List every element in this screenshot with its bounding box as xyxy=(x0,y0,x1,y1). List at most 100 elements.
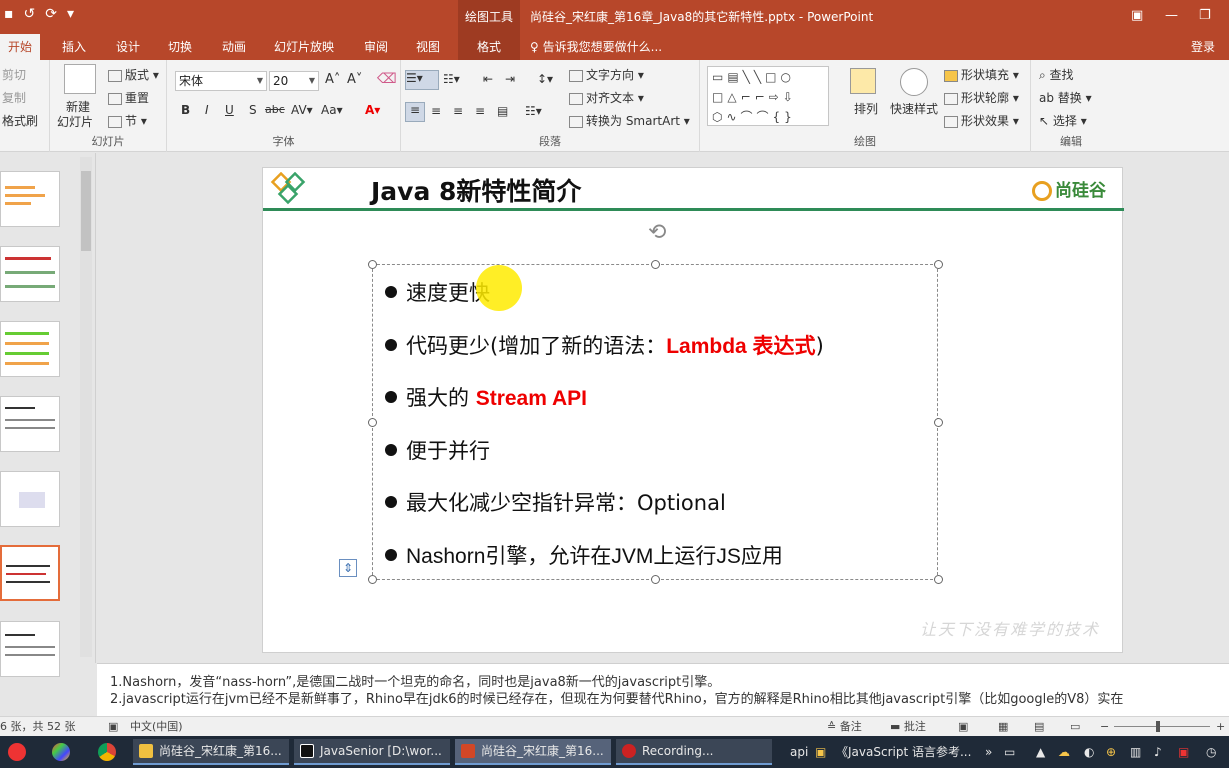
maximize-icon[interactable]: ❐ xyxy=(1199,8,1211,23)
align-center-button[interactable]: ≡ xyxy=(431,104,441,118)
more-icon[interactable]: » xyxy=(985,736,992,768)
resize-handle[interactable] xyxy=(934,575,943,584)
tab-insert[interactable]: 插入 xyxy=(54,34,94,60)
slideshow-view-icon[interactable]: ▭ xyxy=(1070,717,1080,736)
smartart-button[interactable]: 转换为 SmartArt ▾ xyxy=(569,112,690,129)
notes-pane[interactable]: 1.Nashorn，发音“nass-horn”,是德国二战时一个坦克的命名，同时… xyxy=(97,663,1229,716)
chrome-icon[interactable] xyxy=(98,743,116,761)
columns-button[interactable]: ☷▾ xyxy=(525,104,542,118)
zoom-out-icon[interactable]: − xyxy=(1100,717,1109,736)
add-icon[interactable]: ⊕ xyxy=(1106,736,1116,768)
taskbar-app-intellij[interactable]: JavaSenior [D:\wor... xyxy=(294,739,450,765)
tab-format[interactable]: 格式 xyxy=(458,34,520,60)
tab-transitions[interactable]: 切换 xyxy=(160,34,200,60)
clear-format-icon[interactable]: ⌫ xyxy=(377,71,397,87)
bullets-button[interactable]: ☰▾ xyxy=(405,70,439,90)
quick-styles-button[interactable]: 快速样式 xyxy=(890,100,938,117)
copy-button[interactable]: 复制 xyxy=(2,89,26,106)
change-case-button[interactable]: Aa▾ xyxy=(321,103,343,117)
align-right-button[interactable]: ≡ xyxy=(453,104,463,118)
new-slide-icon[interactable] xyxy=(64,64,96,94)
pinned-app-icon[interactable] xyxy=(52,743,70,761)
normal-view-icon[interactable]: ▣ xyxy=(958,717,968,736)
doc-icon[interactable]: ▣ xyxy=(815,736,826,768)
shape-fill-button[interactable]: 形状填充 ▾ xyxy=(944,66,1019,83)
text-direction-button[interactable]: 文字方向 ▾ xyxy=(569,66,644,83)
shape-effects-button[interactable]: 形状效果 ▾ xyxy=(944,112,1019,129)
shadow-button[interactable]: S xyxy=(249,103,257,117)
taskbar-app-recorder[interactable]: Recording... xyxy=(616,739,772,765)
slide-thumbnail-current[interactable] xyxy=(0,545,60,601)
resize-handle[interactable] xyxy=(368,575,377,584)
resize-handle[interactable] xyxy=(934,418,943,427)
network-icon[interactable]: ▥ xyxy=(1130,736,1141,768)
bullet-textbox[interactable]: 速度更快 代码更少(增加了新的语法：Lambda 表达式) 强大的 Stream… xyxy=(368,260,943,584)
spellcheck-icon[interactable]: ▣ xyxy=(108,717,118,736)
customize-qat-icon[interactable]: ▾ xyxy=(67,6,74,22)
line-spacing-button[interactable]: ↕▾ xyxy=(537,72,553,86)
save-icon[interactable]: ▪ xyxy=(4,6,14,22)
reading-view-icon[interactable]: ▤ xyxy=(1034,717,1044,736)
rotate-handle-icon[interactable]: ⟲ xyxy=(648,220,666,245)
slide[interactable]: Java 8新特性简介 尚硅谷 ⟲ 速度更快 代码更少(增加了新的语法：Lamb… xyxy=(262,167,1124,653)
shape-outline-button[interactable]: 形状轮廓 ▾ xyxy=(944,89,1019,106)
bold-button[interactable]: B xyxy=(181,103,190,117)
language-indicator[interactable]: 中文(中国) xyxy=(130,717,183,736)
slide-thumbnail[interactable] xyxy=(0,171,60,227)
tab-design[interactable]: 设计 xyxy=(108,34,148,60)
align-text-button[interactable]: 对齐文本 ▾ xyxy=(569,89,644,106)
login-button[interactable]: 登录 xyxy=(1191,34,1215,60)
comments-toggle[interactable]: ▬ 批注 xyxy=(890,717,926,736)
format-painter-button[interactable]: 格式刷 xyxy=(2,112,38,129)
thumbnails-scrollbar[interactable] xyxy=(80,157,92,657)
volume-icon[interactable]: ♪ xyxy=(1154,736,1162,768)
align-left-button[interactable]: ≡ xyxy=(405,102,425,122)
cut-button[interactable]: 剪切 xyxy=(2,66,26,83)
browser-tab-label[interactable]: 《JavaScript 语言参考... xyxy=(836,736,980,768)
tray-expand-icon[interactable]: ▲ xyxy=(1036,736,1045,768)
font-color-button[interactable]: A▾ xyxy=(365,103,380,117)
undo-icon[interactable]: ↺ xyxy=(24,6,36,22)
slide-thumbnail[interactable] xyxy=(0,321,60,377)
replace-button[interactable]: ab 替换 ▾ xyxy=(1039,89,1092,106)
underline-button[interactable]: U xyxy=(225,103,234,117)
resize-handle[interactable] xyxy=(651,575,660,584)
quick-styles-icon[interactable] xyxy=(900,68,928,96)
notification-icon[interactable]: ▣ xyxy=(1178,736,1189,768)
keyboard-icon[interactable]: ▭ xyxy=(1004,736,1015,768)
char-spacing-button[interactable]: AV▾ xyxy=(291,103,313,117)
minimize-icon[interactable]: — xyxy=(1165,8,1178,23)
italic-button[interactable]: I xyxy=(205,103,209,117)
strikethrough-button[interactable]: abc xyxy=(265,103,285,116)
layout-button[interactable]: 版式 ▾ xyxy=(108,66,159,83)
tab-home[interactable]: 开始 xyxy=(0,34,41,60)
font-name-combo[interactable]: 宋体 ▼ xyxy=(175,71,267,91)
zoom-in-icon[interactable]: + xyxy=(1216,717,1225,736)
resize-handle[interactable] xyxy=(368,260,377,269)
resize-handle[interactable] xyxy=(934,260,943,269)
tab-slideshow[interactable]: 幻灯片放映 xyxy=(266,34,342,60)
tab-view[interactable]: 视图 xyxy=(408,34,448,60)
decrease-indent-button[interactable]: ⇤ xyxy=(483,72,493,86)
select-button[interactable]: ↖ 选择 ▾ xyxy=(1039,112,1087,129)
taskbar-app-folder[interactable]: 尚硅谷_宋红康_第16... xyxy=(133,739,289,765)
tray-text[interactable]: api xyxy=(790,736,808,768)
shrink-font-button[interactable]: A˅ xyxy=(347,72,362,87)
ribbon-display-icon[interactable]: ▣ xyxy=(1131,8,1143,23)
font-size-combo[interactable]: 20 ▼ xyxy=(269,71,319,91)
start-app-icon[interactable] xyxy=(8,743,26,761)
numbering-button[interactable]: ☷▾ xyxy=(443,72,460,86)
new-slide-label-2[interactable]: 幻灯片 xyxy=(57,113,93,130)
notes-toggle[interactable]: ≙ 备注 xyxy=(827,717,862,736)
tell-me-box[interactable]: ♀ 告诉我您想要做什么... xyxy=(530,34,662,60)
slide-thumbnail[interactable] xyxy=(0,621,60,677)
cloud-icon[interactable]: ☁ xyxy=(1058,736,1070,768)
section-button[interactable]: 节 ▾ xyxy=(108,112,147,129)
zoom-slider[interactable] xyxy=(1114,726,1210,727)
clock-icon[interactable]: ◷ xyxy=(1206,736,1216,768)
scrollbar-thumb[interactable] xyxy=(81,171,91,251)
arrange-icon[interactable] xyxy=(850,68,876,94)
resize-handle[interactable] xyxy=(651,260,660,269)
taskbar-app-powerpoint[interactable]: 尚硅谷_宋红康_第16... xyxy=(455,739,611,765)
resize-handle[interactable] xyxy=(368,418,377,427)
